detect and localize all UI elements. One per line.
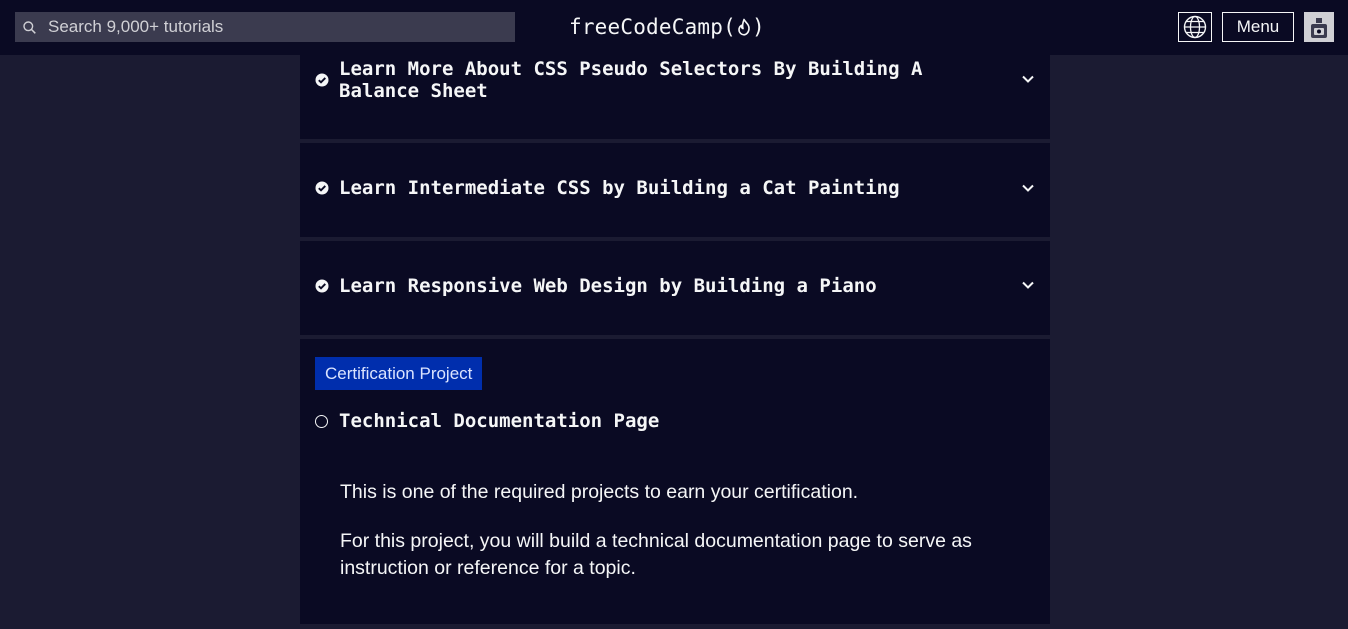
- search-input[interactable]: [48, 17, 488, 37]
- superblock-accordion-2: Learn Intermediate CSS by Building a Cat…: [300, 143, 1050, 237]
- superblock-header-2[interactable]: Learn Intermediate CSS by Building a Cat…: [300, 143, 1050, 237]
- project-description-2: For this project, you will build a techn…: [340, 530, 972, 579]
- search-icon: [23, 20, 36, 34]
- top-navbar: freeCodeCamp ( ) Menu: [0, 0, 1348, 55]
- project-description-1: This is one of the required projects to …: [340, 481, 859, 503]
- chevron-down-icon: [1022, 75, 1034, 83]
- check-circle-icon: [315, 73, 329, 87]
- superblock-header-1[interactable]: Learn More About CSS Pseudo Selectors By…: [300, 55, 1050, 139]
- superblock-title: Learn More About CSS Pseudo Selectors By…: [339, 58, 923, 102]
- language-button[interactable]: [1178, 12, 1212, 42]
- chevron-down-icon: [1022, 281, 1034, 289]
- superblock-accordion-1: Learn More About CSS Pseudo Selectors By…: [300, 55, 1050, 139]
- avatar-icon: [1311, 18, 1327, 38]
- superblock-title: Learn Responsive Web Design by Building …: [339, 275, 877, 297]
- logo-text: freeCodeCamp: [569, 15, 724, 39]
- certification-project-badge: Certification Project: [315, 357, 483, 390]
- freecodecamp-logo[interactable]: freeCodeCamp ( ): [569, 12, 765, 42]
- certification-project-block: Certification Project Technical Document…: [300, 339, 1050, 624]
- logo-paren-open: (: [723, 15, 736, 39]
- check-circle-icon: [315, 181, 329, 195]
- check-circle-icon: [315, 279, 329, 293]
- menu-button[interactable]: Menu: [1222, 12, 1294, 42]
- globe-icon: [1183, 15, 1207, 39]
- incomplete-circle-icon: [315, 415, 328, 428]
- project-title-link[interactable]: Technical Documentation Page: [339, 410, 659, 432]
- flame-icon: [737, 18, 751, 36]
- superblock-title: Learn Intermediate CSS by Building a Cat…: [339, 177, 900, 199]
- chevron-down-icon: [1022, 184, 1034, 192]
- search-bar[interactable]: [15, 12, 515, 42]
- logo-paren-close: ): [751, 15, 765, 39]
- superblock-accordion-3: Learn Responsive Web Design by Building …: [300, 241, 1050, 335]
- superblock-header-3[interactable]: Learn Responsive Web Design by Building …: [300, 241, 1050, 335]
- user-avatar[interactable]: [1304, 12, 1334, 42]
